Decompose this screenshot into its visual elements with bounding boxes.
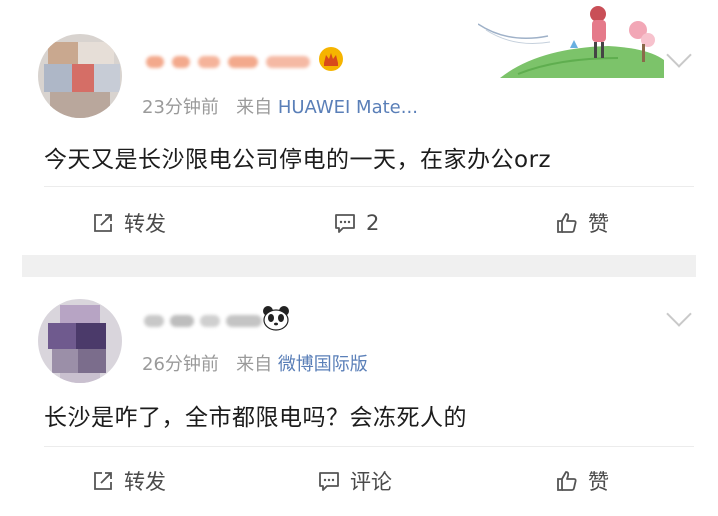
post-content: 今天又是长沙限电公司停电的一天，在家办公orz [44,147,552,173]
post-actions: 转发 2 赞 [0,198,718,248]
like-button[interactable]: 赞 [556,198,609,248]
post-actions: 转发 评论 赞 [0,456,718,506]
thumbs-up-icon [557,213,577,233]
post-content: 长沙是咋了，全市都限电吗？会冻死人的 [44,405,467,431]
comment-icon [335,214,355,233]
comment-button[interactable]: 2 [334,198,379,248]
weibo-post: 23分钟前 来自 HUAWEI Mate... 今天又是长沙限电公司停电的一天，… [0,0,718,255]
post-meta: 23分钟前 来自 HUAWEI Mate... [142,93,418,119]
post-separator [22,255,696,277]
post-time: 23分钟前 [142,97,219,118]
divider [44,446,694,447]
repost-label: 转发 [124,212,166,236]
avatar[interactable] [38,299,122,383]
like-label: 赞 [588,212,609,236]
post-time: 26分钟前 [142,354,219,375]
comment-icon [319,472,339,491]
repost-button[interactable]: 转发 [92,198,166,248]
avatar[interactable] [38,34,122,118]
divider [44,186,694,187]
like-button[interactable]: 赞 [556,456,609,506]
post-source-link[interactable]: 微博国际版 [278,354,368,375]
source-prefix: 来自 [236,354,273,375]
comment-button[interactable]: 评论 [318,456,392,506]
thumbs-up-icon [557,471,577,491]
post-source-link[interactable]: HUAWEI Mate... [278,97,418,118]
comment-label: 评论 [350,470,392,494]
crown-badge-icon [319,47,343,71]
chevron-down-icon[interactable] [666,301,692,327]
like-label: 赞 [588,470,609,494]
panda-icon [263,306,289,331]
repost-icon [94,472,112,490]
post-meta: 26分钟前 来自 微博国际版 [142,350,368,376]
chevron-down-icon[interactable] [666,42,692,68]
card-decoration [478,6,664,78]
comment-count: 2 [366,211,380,235]
username-blurred[interactable] [142,307,272,335]
repost-label: 转发 [124,470,166,494]
source-prefix: 来自 [236,97,273,118]
username-blurred[interactable] [142,48,332,76]
repost-button[interactable]: 转发 [92,456,166,506]
weibo-post: 26分钟前 来自 微博国际版 长沙是咋了，全市都限电吗？会冻死人的 转发 评论 [0,277,718,516]
repost-icon [94,214,112,232]
